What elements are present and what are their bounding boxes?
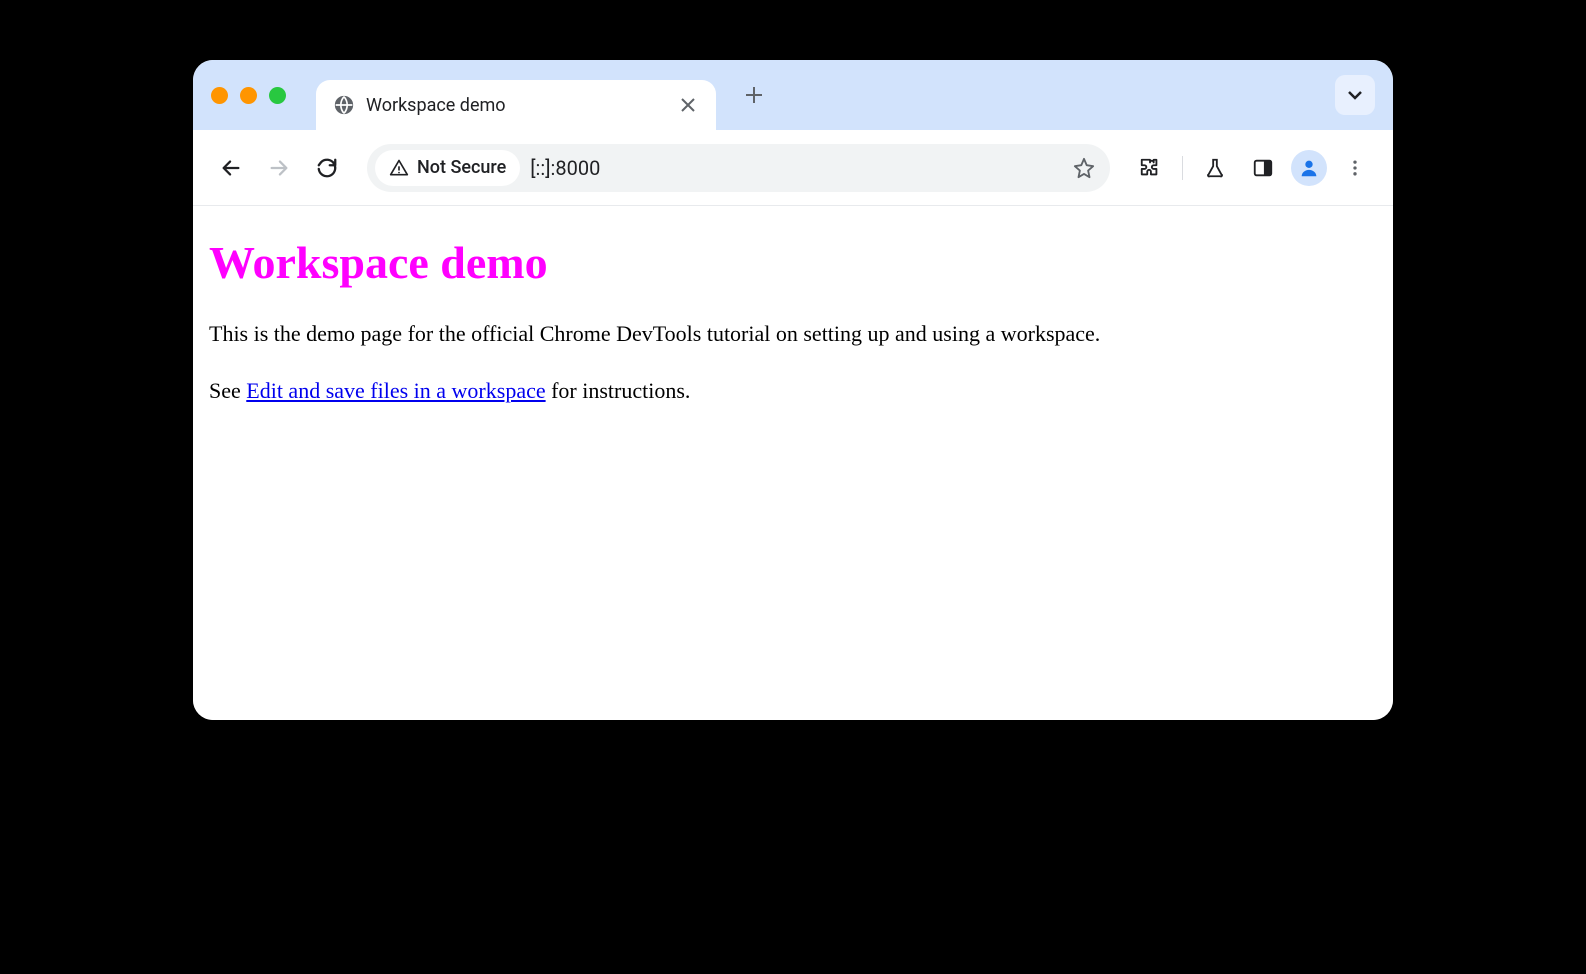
tab-strip: Workspace demo	[193, 60, 1393, 130]
warning-icon	[389, 158, 409, 178]
url-text: [::]:8000	[530, 156, 1056, 180]
new-tab-button[interactable]	[736, 77, 772, 113]
forward-button[interactable]	[259, 148, 299, 188]
toolbar-divider	[1182, 156, 1183, 180]
tab-title: Workspace demo	[366, 95, 666, 116]
tutorial-link[interactable]: Edit and save files in a workspace	[246, 378, 545, 403]
page-heading: Workspace demo	[209, 236, 1377, 289]
link-suffix-text: for instructions.	[546, 378, 691, 403]
profile-button[interactable]	[1291, 150, 1327, 186]
reload-button[interactable]	[307, 148, 347, 188]
browser-window: Workspace demo Not Secure	[193, 60, 1393, 720]
extensions-button[interactable]	[1130, 148, 1170, 188]
address-bar[interactable]: Not Secure [::]:8000	[367, 144, 1110, 192]
back-button[interactable]	[211, 148, 251, 188]
tab-search-button[interactable]	[1335, 75, 1375, 115]
tab-close-button[interactable]	[678, 95, 698, 115]
security-chip[interactable]: Not Secure	[375, 150, 520, 186]
window-minimize-button[interactable]	[240, 87, 257, 104]
link-prefix-text: See	[209, 378, 246, 403]
page-content: Workspace demo This is the demo page for…	[193, 206, 1393, 720]
window-maximize-button[interactable]	[269, 87, 286, 104]
window-close-button[interactable]	[211, 87, 228, 104]
bookmark-button[interactable]	[1066, 150, 1102, 186]
globe-icon	[334, 95, 354, 115]
browser-tab[interactable]: Workspace demo	[316, 80, 716, 130]
browser-toolbar: Not Secure [::]:8000	[193, 130, 1393, 206]
window-controls	[211, 87, 286, 104]
link-paragraph: See Edit and save files in a workspace f…	[209, 374, 1377, 407]
labs-button[interactable]	[1195, 148, 1235, 188]
side-panel-button[interactable]	[1243, 148, 1283, 188]
menu-button[interactable]	[1335, 148, 1375, 188]
intro-paragraph: This is the demo page for the official C…	[209, 317, 1377, 350]
security-label: Not Secure	[417, 157, 506, 178]
